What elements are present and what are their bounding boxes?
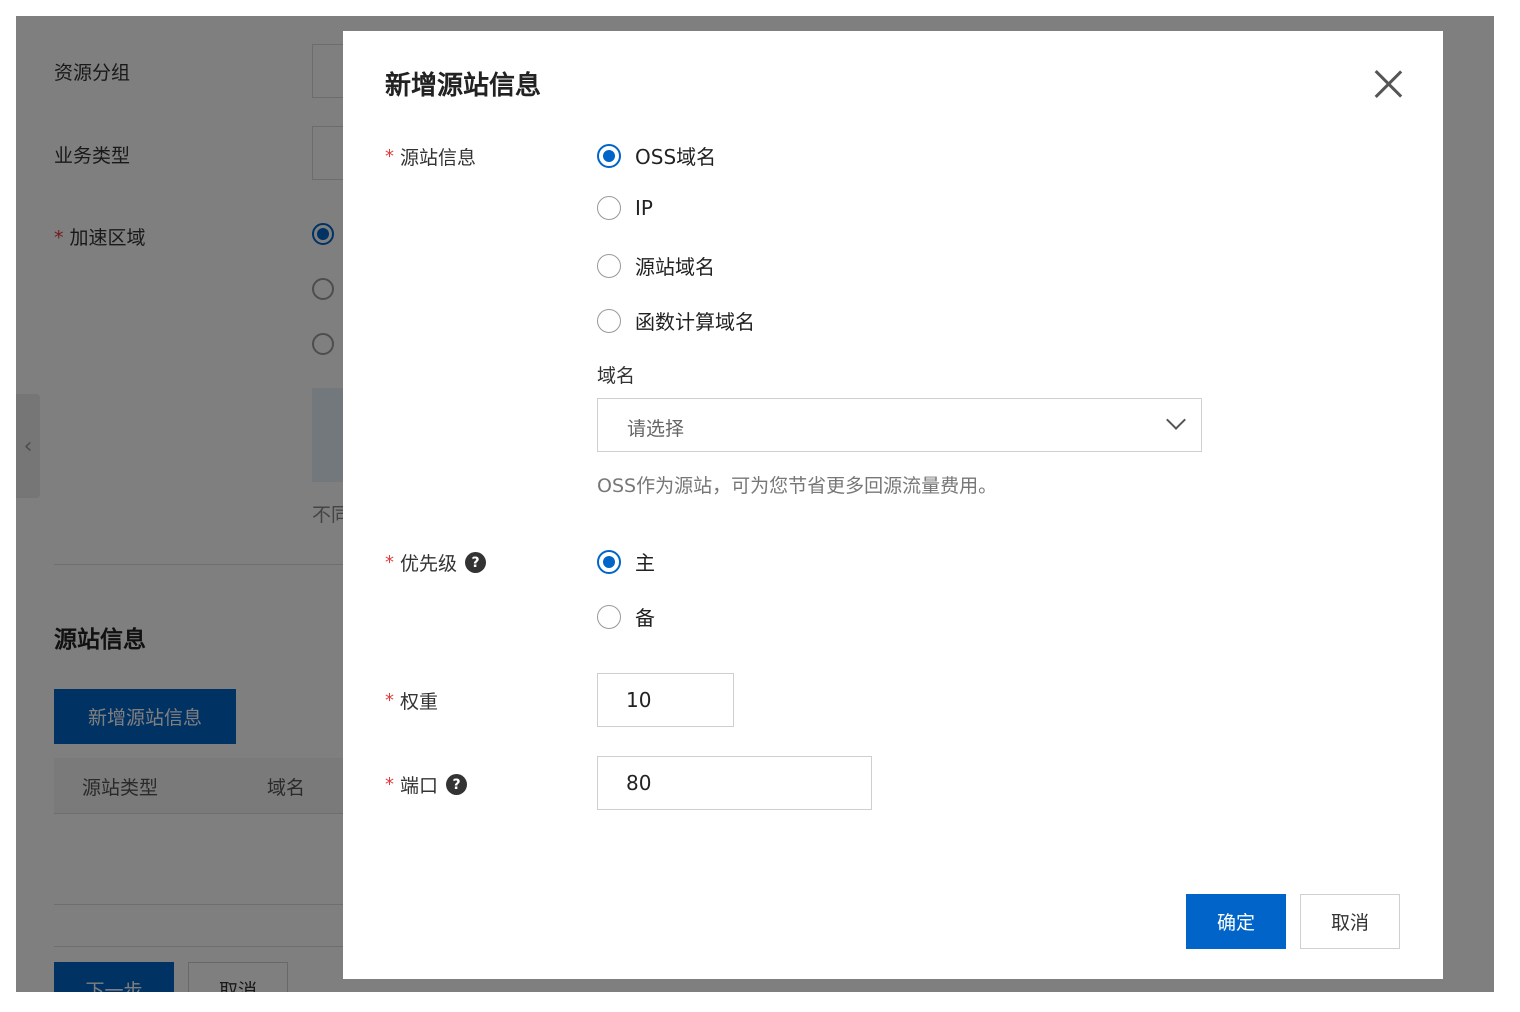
required-mark: *	[385, 690, 394, 711]
weight-input[interactable]	[597, 673, 734, 727]
domain-label: 域名	[597, 365, 636, 387]
domain-select[interactable]: 请选择	[597, 398, 1202, 452]
weight-label: * 权重	[385, 690, 439, 713]
origin-option-ip[interactable]: IP	[597, 196, 653, 220]
chevron-down-icon	[1166, 410, 1186, 430]
origin-option-oss[interactable]: OSS域名	[597, 141, 716, 170]
required-mark: *	[385, 146, 394, 167]
origin-option-fc-domain[interactable]: 函数计算域名	[597, 306, 755, 335]
help-icon[interactable]: ?	[465, 552, 487, 573]
domain-select-placeholder: 请选择	[627, 418, 685, 440]
close-icon[interactable]	[1373, 69, 1403, 99]
confirm-button[interactable]: 确定	[1186, 894, 1286, 949]
radio-unchecked-icon	[597, 604, 621, 629]
required-mark: *	[385, 774, 394, 795]
dialog-title: 新增源站信息	[385, 71, 542, 101]
radio-unchecked-icon	[597, 253, 621, 278]
origin-info-label: * 源站信息	[385, 146, 477, 169]
add-origin-dialog: 新增源站信息 * 源站信息 OSS域名 IP 源站域名 函数计算域名 域名 请选…	[343, 31, 1443, 979]
required-mark: *	[385, 552, 394, 573]
origin-option-origin-domain[interactable]: 源站域名	[597, 251, 715, 280]
help-icon[interactable]: ?	[446, 774, 468, 795]
radio-unchecked-icon	[597, 308, 621, 333]
radio-unchecked-icon	[597, 196, 621, 220]
radio-checked-icon	[597, 143, 621, 168]
port-label: * 端口 ?	[385, 771, 468, 798]
cancel-button[interactable]: 取消	[1300, 894, 1400, 949]
priority-label: * 优先级 ?	[385, 549, 487, 576]
priority-option-backup[interactable]: 备	[597, 602, 655, 631]
radio-checked-icon	[597, 549, 621, 574]
domain-hint: OSS作为源站，可为您节省更多回源流量费用。	[597, 475, 998, 497]
port-input[interactable]	[597, 756, 872, 810]
priority-option-primary[interactable]: 主	[597, 547, 655, 576]
